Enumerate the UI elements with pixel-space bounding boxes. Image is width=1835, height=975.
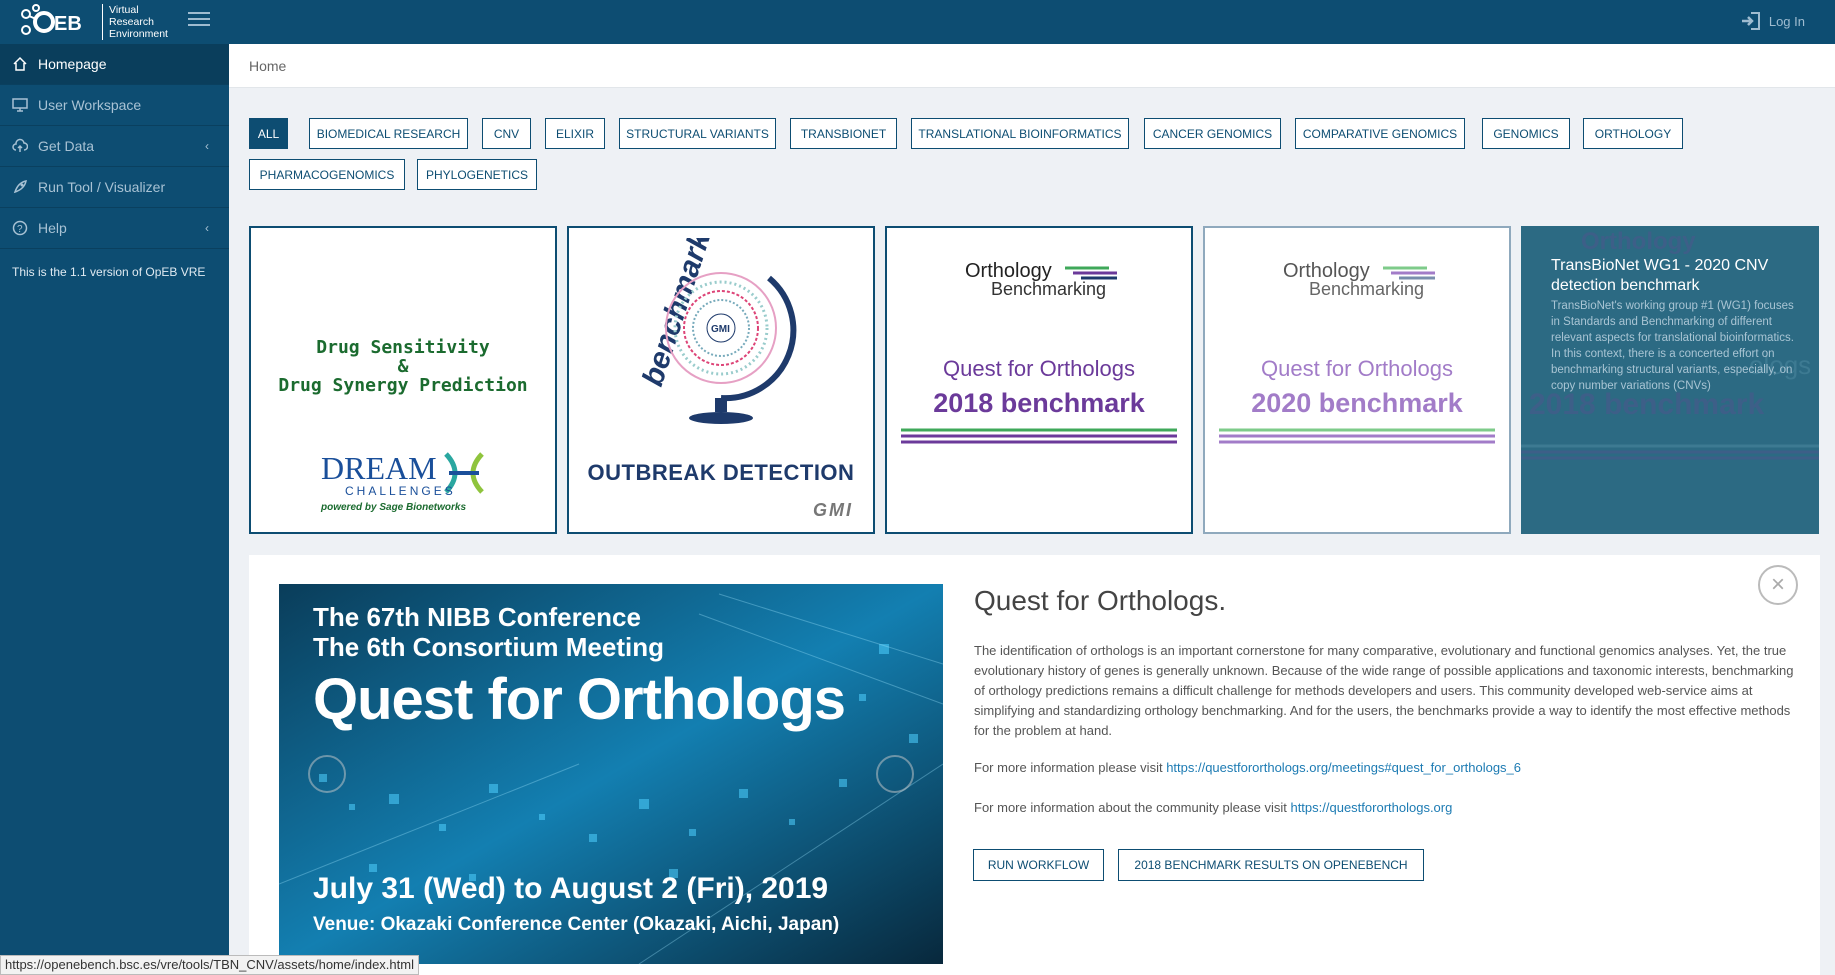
banner-text: The 67th NIBB Conference <box>313 602 641 632</box>
card-overlay: TransBioNet WG1 - 2020 CNV detection ben… <box>1551 256 1797 394</box>
orthology-benchmarking-logo: Orthology Benchmarking <box>965 260 1117 300</box>
sidebar-item-label: Help <box>38 220 67 236</box>
meeting-link[interactable]: https://questfororthologs.org/meetings#q… <box>1166 760 1521 775</box>
card-transbionet-cnv[interactable]: Orthology ologs 2018 benchmark TransBioN… <box>1521 226 1819 534</box>
card-title: 2020 benchmark <box>1251 388 1463 418</box>
sidebar-item-label: User Workspace <box>38 97 142 113</box>
card-title: 2018 benchmark <box>933 388 1145 418</box>
tag-cnv[interactable]: CNV <box>482 118 531 149</box>
dream-logo-text: DREAM <box>321 450 437 486</box>
tag-pharmacogenomics[interactable]: PHARMACOGENOMICS <box>249 159 405 190</box>
breadcrumb[interactable]: Home <box>249 58 286 74</box>
tag-comparative-genomics[interactable]: COMPARATIVE GENOMICS <box>1295 118 1465 149</box>
card-title-line: Drug Sensitivity <box>316 337 490 358</box>
banner-title: Quest for Orthologs <box>313 667 846 732</box>
breadcrumb-bar: Home <box>229 44 1835 88</box>
card-qfo-2018[interactable]: Orthology Benchmarking Quest for Ortholo… <box>885 226 1193 534</box>
sidebar-item-user-workspace[interactable]: User Workspace <box>0 85 229 126</box>
hamburger-menu-icon[interactable] <box>188 12 210 28</box>
tag-elixir[interactable]: ELIXIR <box>545 118 605 149</box>
card-title-line: & <box>397 356 409 377</box>
tag-cancer-genomics[interactable]: CANCER GENOMICS <box>1144 118 1281 149</box>
sidebar-item-run-tool[interactable]: Run Tool / Visualizer <box>0 167 229 208</box>
detail-info-line: For more information please visit https:… <box>974 760 1521 775</box>
chevron-left-icon: ‹ <box>205 221 209 235</box>
tag-orthology[interactable]: ORTHOLOGY <box>1583 118 1683 149</box>
community-link[interactable]: https://questfororthologs.org <box>1290 800 1452 815</box>
card-description: TransBioNet's working group #1 (WG1) foc… <box>1551 300 1794 392</box>
monitor-icon <box>12 97 28 113</box>
info-text: For more information please visit <box>974 760 1167 775</box>
logo-text-line: Virtual <box>109 4 139 16</box>
info-text: For more information about the community… <box>974 800 1291 815</box>
login-label: Log In <box>1768 13 1805 29</box>
login-button[interactable]: Log In <box>1741 12 1805 30</box>
divider-stripes-icon <box>1219 428 1495 444</box>
logo-text: Virtual Research Environment <box>102 4 168 40</box>
sidebar-item-homepage[interactable]: Homepage <box>0 44 229 85</box>
card-qfo-2020[interactable]: Orthology Benchmarking Quest for Ortholo… <box>1203 226 1511 534</box>
svg-text:?: ? <box>17 224 23 235</box>
powered-by-text: powered by Sage Bionetworks <box>321 502 467 513</box>
divider-stripes-icon <box>901 428 1177 444</box>
tag-translational-bioinformatics[interactable]: TRANSLATIONAL BIOINFORMATICS <box>911 118 1129 149</box>
card-title: OUTBREAK DETECTION <box>587 460 855 485</box>
detail-info-line: For more information about the community… <box>974 800 1452 815</box>
benchmarking-globe-icon: benchmarking GMI <box>636 238 797 424</box>
card-background-text: Orthology <box>1581 228 1696 255</box>
card-subtitle: Quest for Orthologs <box>943 356 1135 381</box>
card-title: TransBioNet WG1 - 2020 CNV detection ben… <box>1551 257 1769 294</box>
dream-challenges-logo: DREAM CHALLENGES powered by Sage Bionetw… <box>321 450 487 513</box>
cloud-upload-icon <box>12 138 28 154</box>
version-text: This is the 1.1 version of OpEB VRE <box>12 265 206 279</box>
logo-stripes-icon <box>1065 266 1117 280</box>
browser-status-url: https://openebench.bsc.es/vre/tools/TBN_… <box>0 955 419 975</box>
gmi-label: GMI <box>813 500 853 520</box>
logo-text-line: Environment <box>109 28 168 40</box>
tag-structural-variants[interactable]: STRUCTURAL VARIANTS <box>619 118 776 149</box>
logo-stripes-icon <box>1383 266 1435 280</box>
globe-label: GMI <box>711 324 730 335</box>
card-title: Drug Sensitivity & Drug Synergy Predicti… <box>251 338 555 395</box>
card-drug-synergy[interactable]: Drug Sensitivity & Drug Synergy Predicti… <box>249 226 557 534</box>
banner-date: July 31 (Wed) to August 2 (Fri), 2019 <box>313 872 829 905</box>
detail-panel: The 67th NIBB Conference The 6th Consort… <box>249 555 1820 975</box>
banner-venue: Venue: Okazaki Conference Center (Okazak… <box>313 914 840 935</box>
detail-description: The identification of orthologs is an im… <box>974 643 1794 738</box>
tag-biomedical-research[interactable]: BIOMEDICAL RESEARCH <box>309 118 468 149</box>
background-stripes-icon <box>1521 444 1819 460</box>
svg-text:EB: EB <box>54 13 82 35</box>
logo-line: Benchmarking <box>991 279 1107 299</box>
sidebar-item-label: Run Tool / Visualizer <box>38 179 166 195</box>
tag-genomics[interactable]: GENOMICS <box>1482 118 1570 149</box>
sidebar-item-help[interactable]: ? Help ‹ <box>0 208 229 249</box>
close-icon: × <box>1770 571 1785 598</box>
card-subtitle: Quest for Orthologs <box>1261 356 1453 381</box>
benchmark-results-button[interactable]: 2018 BENCHMARK RESULTS ON OPENEBENCH <box>1118 849 1424 881</box>
chevron-left-icon: ‹ <box>205 139 209 153</box>
top-bar: EB Virtual Research Environment Log In <box>0 0 1835 44</box>
sidebar-item-label: Get Data <box>38 138 95 154</box>
qfo-conference-banner: The 67th NIBB Conference The 6th Consort… <box>279 584 943 964</box>
logo-text-line: Research <box>109 16 154 28</box>
card-title-line: Drug Synergy Prediction <box>278 375 528 396</box>
oeb-logo-icon: EB <box>21 4 82 35</box>
rocket-icon <box>12 179 28 195</box>
tag-all[interactable]: ALL <box>249 118 288 149</box>
orthology-benchmarking-logo: Orthology Benchmarking <box>1283 260 1435 300</box>
sidebar-item-label: Homepage <box>38 56 107 72</box>
card-outbreak-detection[interactable]: benchmarking GMI OUTBREAK DETECTION GMI <box>567 226 875 534</box>
sidebar-item-get-data[interactable]: Get Data ‹ <box>0 126 229 167</box>
logo-line: Benchmarking <box>1309 279 1425 299</box>
close-button[interactable]: × <box>1758 565 1798 605</box>
tag-transbionet[interactable]: TRANSBIONET <box>790 118 897 149</box>
banner-text: The 6th Consortium Meeting <box>313 632 664 662</box>
run-workflow-button[interactable]: RUN WORKFLOW <box>973 849 1104 881</box>
sign-in-icon <box>1741 12 1760 30</box>
sidebar: Homepage User Workspace Get Data ‹ Run T… <box>0 44 229 975</box>
question-icon: ? <box>12 220 28 236</box>
home-icon <box>12 56 28 72</box>
tag-phylogenetics[interactable]: PHYLOGENETICS <box>417 159 537 190</box>
detail-title: Quest for Orthologs. <box>974 585 1227 616</box>
